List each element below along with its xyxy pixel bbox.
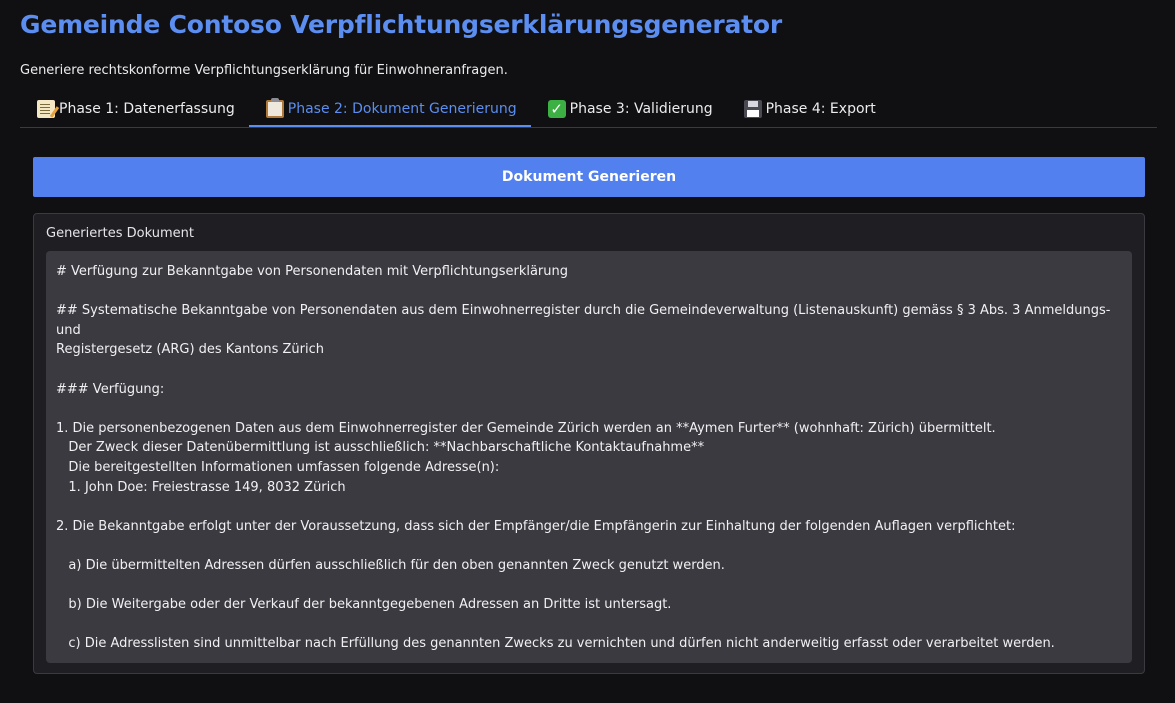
page-title: Gemeinde Contoso Verpflichtungserklärung… (20, 10, 783, 39)
document-line: 1. Die personenbezogenen Daten aus dem E… (56, 420, 996, 436)
app-page: Gemeinde Contoso Verpflichtungserklärung… (0, 0, 1175, 703)
document-line: ## Systematische Bekanntgabe von Persone… (56, 303, 1115, 338)
document-line: 1. John Doe: Freiestrasse 149, 8032 Züri… (56, 479, 346, 495)
tab-label: Phase 3: Validierung (569, 101, 713, 117)
document-line: c) Die Adresslisten sind unmittelbar nac… (56, 636, 1055, 652)
document-line: ### Verfügung: (56, 381, 165, 397)
document-line: b) Die Weitergabe oder der Verkauf der b… (56, 597, 672, 613)
tab-phase-2[interactable]: Phase 2: Dokument Generierung (248, 92, 531, 127)
tab-label: Phase 1: Datenerfassung (59, 101, 235, 117)
document-line (56, 360, 1122, 380)
tab-label: Phase 2: Dokument Generierung (287, 101, 517, 117)
document-line: a) Die übermittelten Adressen dürfen aus… (56, 557, 725, 573)
page-subtitle: Generiere rechtskonforme Verpflichtungse… (20, 63, 508, 78)
document-line (56, 536, 1122, 556)
generate-document-button[interactable]: Dokument Generieren (33, 157, 1145, 197)
document-line (56, 654, 1122, 663)
floppy-disk-icon (743, 100, 762, 118)
document-line (56, 282, 1122, 302)
phase-tabs: Phase 1: Datenerfassung Phase 2: Dokumen… (20, 92, 1157, 128)
tab-phase-3[interactable]: ✓ Phase 3: Validierung (531, 92, 727, 126)
generated-document-textarea[interactable]: # Verfügung zur Bekanntgabe von Personen… (46, 251, 1132, 663)
clipboard-icon (265, 98, 284, 118)
document-line (56, 615, 1122, 635)
tab-phase-1[interactable]: Phase 1: Datenerfassung (20, 92, 249, 126)
document-line: Der Zweck dieser Datenübermittlung ist a… (56, 440, 705, 456)
document-line: Die bereitgestellten Informationen umfas… (56, 459, 500, 475)
tab-label: Phase 4: Export (765, 101, 876, 117)
generated-document-label: Generiertes Dokument (46, 226, 194, 241)
tab-phase-4[interactable]: Phase 4: Export (727, 92, 890, 126)
check-mark-icon: ✓ (547, 100, 566, 118)
generated-document-panel: Generiertes Dokument # Verfügung zur Bek… (33, 213, 1145, 674)
document-line (56, 497, 1122, 517)
document-line: 2. Die Bekanntgabe erfolgt unter der Vor… (56, 518, 1016, 534)
document-line (56, 399, 1122, 419)
document-line: Registergesetz (ARG) des Kantons Zürich (56, 342, 324, 358)
memo-icon (37, 100, 55, 118)
document-line: # Verfügung zur Bekanntgabe von Personen… (56, 264, 569, 279)
document-line (56, 576, 1122, 596)
